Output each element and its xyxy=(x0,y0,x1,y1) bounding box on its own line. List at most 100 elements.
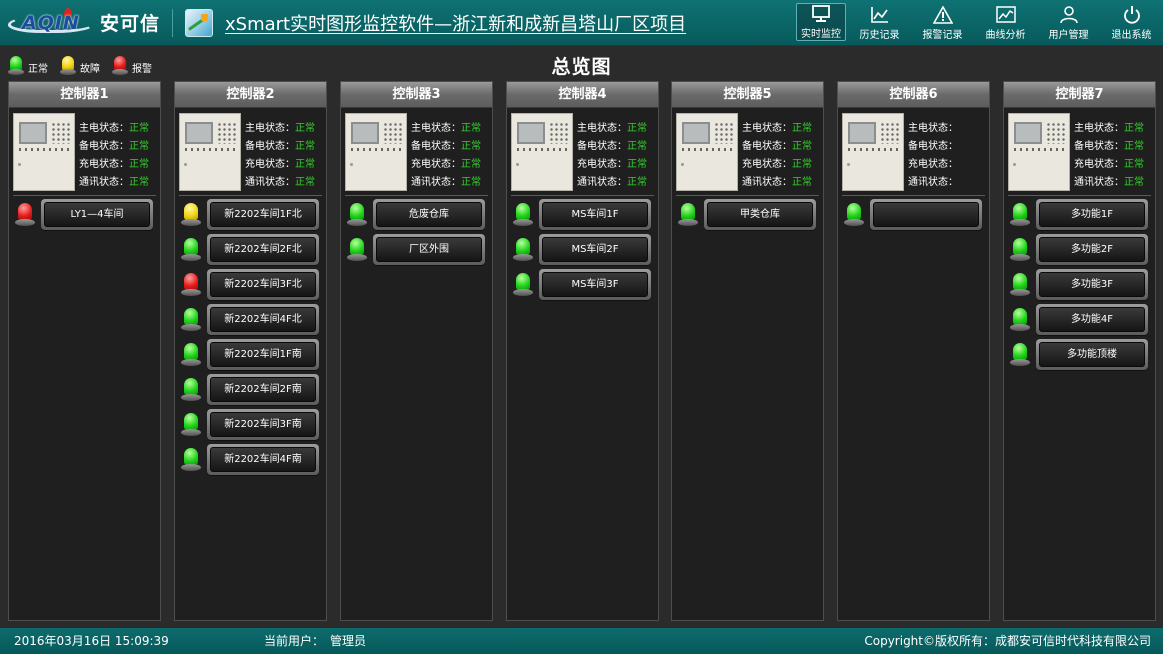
divider-line xyxy=(1008,195,1151,196)
nav-exit-system[interactable]: 退出系统 xyxy=(1100,0,1163,46)
green-lamp-icon xyxy=(678,203,698,227)
status-value: 正常 xyxy=(129,123,149,134)
zone-button[interactable] xyxy=(870,199,982,230)
zone-button[interactable]: 多功能4F xyxy=(1036,304,1148,335)
controller-device-image[interactable] xyxy=(345,113,407,191)
status-key: 主电状态： xyxy=(742,123,792,134)
nav-curve-analysis[interactable]: 曲线分析 xyxy=(974,0,1037,46)
controller-status-list: 主电状态：正常 备电状态：正常 充电状态：正常 通讯状态：正常 xyxy=(245,120,325,192)
status-row: 备电状态：正常 xyxy=(577,138,657,156)
nav-history[interactable]: 历史记录 xyxy=(848,0,911,46)
status-value: 正常 xyxy=(1124,177,1144,188)
zone-label xyxy=(873,202,979,227)
nav-label: 退出系统 xyxy=(1111,29,1152,41)
zone-label: 厂区外围 xyxy=(376,237,482,262)
controller-device-image[interactable] xyxy=(13,113,75,191)
status-value: 正常 xyxy=(129,141,149,152)
status-row: 通讯状态：正常 xyxy=(1074,174,1154,192)
zone-list: 新2202车间1F北 新2202车间2F北 新2202车间3F北新2202车间4F北… xyxy=(175,199,328,479)
zone-button[interactable]: 多功能1F xyxy=(1036,199,1148,230)
status-row: 主电状态：正常 xyxy=(577,120,657,138)
controller-device-image[interactable] xyxy=(511,113,573,191)
green-lamp-icon xyxy=(181,413,201,437)
divider-line xyxy=(676,195,819,196)
zone-button[interactable]: 新2202车间3F南 xyxy=(207,409,319,440)
status-row: 充电状态： xyxy=(908,156,988,174)
zone-button[interactable]: LY1—4车间 xyxy=(41,199,153,230)
zone-label: 新2202车间4F南 xyxy=(210,447,316,472)
status-row: 通讯状态： xyxy=(908,174,988,192)
zone-button[interactable]: 新2202车间4F南 xyxy=(207,444,319,475)
zone-label: MS车间3F xyxy=(542,272,648,297)
controller-status-list: 主电状态：正常 备电状态：正常 充电状态：正常 通讯状态：正常 xyxy=(79,120,159,192)
green-lamp-icon xyxy=(1010,273,1030,297)
status-value: 正常 xyxy=(627,177,647,188)
controller-header[interactable]: 控制器4 xyxy=(507,82,658,108)
zone-label: 新2202车间4F北 xyxy=(210,307,316,332)
controller-header[interactable]: 控制器2 xyxy=(175,82,326,108)
zone-button[interactable]: 新2202车间3F北 xyxy=(207,269,319,300)
brand-name: 安可信 xyxy=(100,13,161,35)
zone-button[interactable]: 新2202车间1F南 xyxy=(207,339,319,370)
status-value: 正常 xyxy=(627,159,647,170)
zone-item: 新2202车间3F南 xyxy=(175,409,328,444)
status-key: 充电状态： xyxy=(577,159,627,170)
status-row: 通讯状态：正常 xyxy=(577,174,657,192)
status-value: 正常 xyxy=(1124,159,1144,170)
green-lamp-icon xyxy=(844,203,864,227)
zone-button[interactable]: 新2202车间2F北 xyxy=(207,234,319,265)
controller-header[interactable]: 控制器5 xyxy=(672,82,823,108)
controller-device-image[interactable] xyxy=(676,113,738,191)
nav-label: 曲线分析 xyxy=(985,29,1026,41)
zone-button[interactable]: 新2202车间4F北 xyxy=(207,304,319,335)
nav-user-management[interactable]: 用户管理 xyxy=(1037,0,1100,46)
zone-button[interactable]: MS车间1F xyxy=(539,199,651,230)
zone-button[interactable]: 多功能2F xyxy=(1036,234,1148,265)
monitor-icon xyxy=(812,4,830,22)
divider-line xyxy=(511,195,654,196)
controller-header[interactable]: 控制器1 xyxy=(9,82,160,108)
status-value: 正常 xyxy=(461,123,481,134)
nav-alarm-records[interactable]: 报警记录 xyxy=(911,0,974,46)
green-lamp-icon xyxy=(347,238,367,262)
zone-button[interactable]: 甲类仓库 xyxy=(704,199,816,230)
green-lamp-icon xyxy=(513,238,533,262)
yellow-lamp-icon xyxy=(181,203,201,227)
status-key: 备电状态： xyxy=(742,141,792,152)
status-value: 正常 xyxy=(295,123,315,134)
controller-header[interactable]: 控制器6 xyxy=(838,82,989,108)
green-lamp-icon xyxy=(181,238,201,262)
status-row: 备电状态：正常 xyxy=(79,138,159,156)
controller-status-list: 主电状态：正常 备电状态：正常 充电状态：正常 通讯状态：正常 xyxy=(411,120,491,192)
zone-button[interactable]: 新2202车间1F北 xyxy=(207,199,319,230)
zone-button[interactable]: MS车间2F xyxy=(539,234,651,265)
zone-label: 危废仓库 xyxy=(376,202,482,227)
status-row: 充电状态：正常 xyxy=(1074,156,1154,174)
zone-list: LY1—4车间 xyxy=(9,199,162,234)
history-chart-icon xyxy=(870,6,888,23)
controller-header[interactable]: 控制器3 xyxy=(341,82,492,108)
status-row: 备电状态：正常 xyxy=(742,138,822,156)
controller-device-image[interactable] xyxy=(842,113,904,191)
status-value: 正常 xyxy=(1124,141,1144,152)
zone-button[interactable]: 新2202车间2F南 xyxy=(207,374,319,405)
status-row: 主电状态：正常 xyxy=(245,120,325,138)
status-row: 主电状态：正常 xyxy=(411,120,491,138)
zone-button[interactable]: 多功能顶楼 xyxy=(1036,339,1148,370)
zone-button[interactable]: 厂区外围 xyxy=(373,234,485,265)
zone-button[interactable]: 多功能3F xyxy=(1036,269,1148,300)
controller-header[interactable]: 控制器7 xyxy=(1004,82,1155,108)
controller-device-image[interactable] xyxy=(179,113,241,191)
copyright-text: Copyright©版权所有：成都安可信时代科技有限公司 xyxy=(864,634,1151,648)
controller-column-3: 控制器3 主电状态：正常 备电状态：正常 充电状态：正常 通讯状态：正常危废仓库厂区外围 xyxy=(340,81,493,621)
zone-item: 危废仓库 xyxy=(341,199,494,234)
zone-button[interactable]: MS车间3F xyxy=(539,269,651,300)
nav-realtime-monitor[interactable]: 实时监控 xyxy=(796,3,846,41)
status-key: 通讯状态： xyxy=(1074,177,1124,188)
controller-device-image[interactable] xyxy=(1008,113,1070,191)
zone-item: 甲类仓库 xyxy=(672,199,825,234)
zone-button[interactable]: 危废仓库 xyxy=(373,199,485,230)
status-key: 主电状态： xyxy=(1074,123,1124,134)
status-value: 正常 xyxy=(792,177,812,188)
current-user-value: 管理员 xyxy=(330,634,367,648)
